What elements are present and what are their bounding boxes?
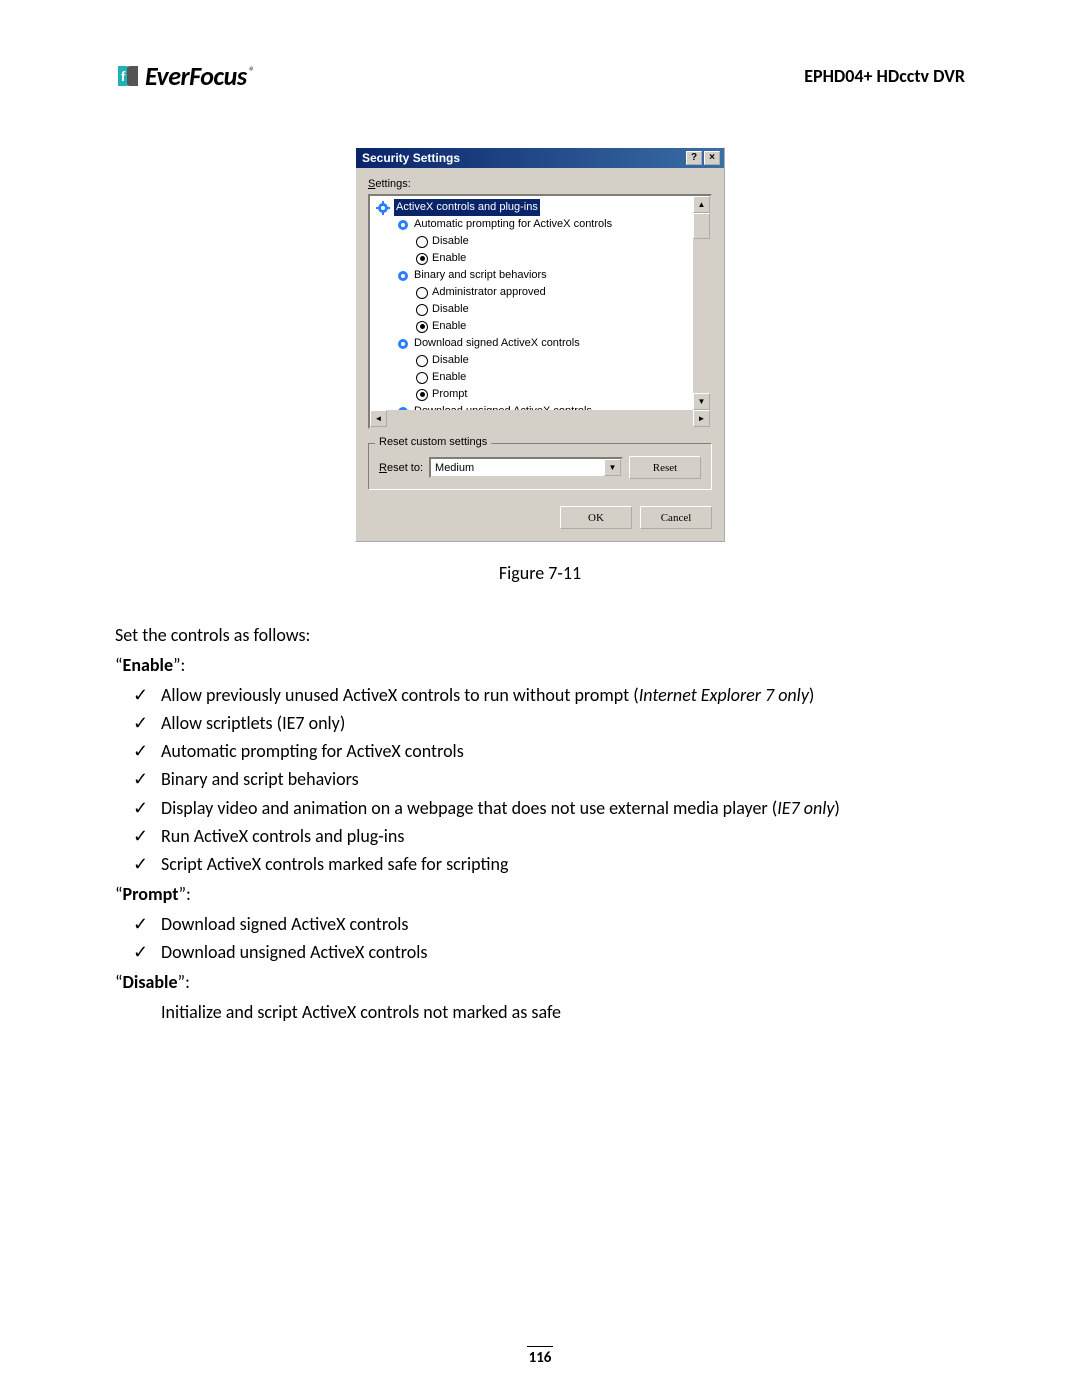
cancel-button[interactable]: Cancel <box>640 506 712 529</box>
page-header: f EverFocus® EPHD04+ HDcctv DVR <box>115 60 965 92</box>
tree-group-auto-prompt[interactable]: Automatic prompting for ActiveX controls <box>374 216 706 233</box>
radio-icon <box>416 304 428 316</box>
radio-icon <box>416 372 428 384</box>
ok-button[interactable]: OK <box>560 506 632 529</box>
list-item: Script ActiveX controls marked safe for … <box>115 851 965 877</box>
scroll-left-icon[interactable]: ◄ <box>370 410 387 427</box>
scroll-down-icon[interactable]: ▼ <box>693 393 710 410</box>
vertical-scrollbar[interactable]: ▲ ▼ <box>693 196 710 410</box>
list-item: Automatic prompting for ActiveX controls <box>115 738 965 764</box>
reset-to-label: Reset to: <box>379 462 423 474</box>
radio-disable[interactable]: Disable <box>374 301 706 318</box>
scroll-up-icon[interactable]: ▲ <box>693 196 710 213</box>
scroll-right-icon[interactable]: ► <box>693 410 710 427</box>
radio-icon <box>416 253 428 265</box>
list-item: Download unsigned ActiveX controls <box>115 939 965 965</box>
dialog-title: Security Settings <box>362 151 460 165</box>
logo-icon: f <box>115 63 141 89</box>
list-item: Run ActiveX controls and plug-ins <box>115 823 965 849</box>
logo-text: EverFocus® <box>145 60 254 92</box>
radio-enable[interactable]: Enable <box>374 250 706 267</box>
prompt-list: Download signed ActiveX controls Downloa… <box>115 911 965 965</box>
gear-icon <box>376 201 390 215</box>
dialog-titlebar: Security Settings ? × <box>356 148 724 168</box>
product-title: EPHD04+ HDcctv DVR <box>804 65 965 87</box>
list-item: Binary and script behaviors <box>115 766 965 792</box>
fieldset-legend: Reset custom settings <box>375 436 491 448</box>
settings-tree[interactable]: ActiveX controls and plug-ins Automatic … <box>368 194 712 429</box>
tree-label: ActiveX controls and plug-ins <box>394 199 540 216</box>
radio-icon <box>416 287 428 299</box>
radio-icon <box>416 321 428 333</box>
enable-list: Allow previously unused ActiveX controls… <box>115 682 965 877</box>
tree-group-binary[interactable]: Binary and script behaviors <box>374 267 706 284</box>
gear-icon <box>396 269 410 283</box>
prompt-heading: “Prompt”: <box>115 881 965 907</box>
disable-heading: “Disable”: <box>115 969 965 995</box>
radio-icon <box>416 355 428 367</box>
settings-label: Settings: <box>368 178 712 190</box>
list-item: Allow previously unused ActiveX controls… <box>115 682 965 708</box>
tree-group-activex[interactable]: ActiveX controls and plug-ins <box>374 199 706 216</box>
radio-enable[interactable]: Enable <box>374 369 706 386</box>
body-text: Set the controls as follows: “Enable”: A… <box>115 622 965 1025</box>
gear-icon <box>396 218 410 232</box>
close-button[interactable]: × <box>704 151 720 165</box>
tree-group-download-signed[interactable]: Download signed ActiveX controls <box>374 335 706 352</box>
reset-fieldset: Reset custom settings Reset to: Medium ▼… <box>368 443 712 490</box>
radio-prompt[interactable]: Prompt <box>374 386 706 403</box>
list-item: Allow scriptlets (IE7 only) <box>115 710 965 736</box>
combo-value: Medium <box>431 462 604 474</box>
radio-admin[interactable]: Administrator approved <box>374 284 706 301</box>
logo: f EverFocus® <box>115 60 254 92</box>
svg-text:f: f <box>121 68 126 85</box>
help-button[interactable]: ? <box>686 151 702 165</box>
radio-icon <box>416 389 428 401</box>
reset-button[interactable]: Reset <box>629 456 701 479</box>
scroll-thumb[interactable] <box>693 213 710 239</box>
radio-disable[interactable]: Disable <box>374 352 706 369</box>
radio-enable[interactable]: Enable <box>374 318 706 335</box>
disable-text: Initialize and script ActiveX controls n… <box>115 999 965 1025</box>
security-settings-dialog: Security Settings ? × Settings: ActiveX … <box>355 147 725 542</box>
radio-icon <box>416 236 428 248</box>
tree-label: Download signed ActiveX controls <box>414 335 580 352</box>
list-item: Display video and animation on a webpage… <box>115 795 965 821</box>
gear-icon <box>396 337 410 351</box>
tree-label: Binary and script behaviors <box>414 267 547 284</box>
enable-heading: “Enable”: <box>115 652 965 678</box>
figure-caption: Figure 7-11 <box>115 562 965 584</box>
tree-label: Automatic prompting for ActiveX controls <box>414 216 612 233</box>
page-number: 116 <box>0 1346 1080 1367</box>
radio-disable[interactable]: Disable <box>374 233 706 250</box>
horizontal-scrollbar[interactable]: ◄ ► <box>370 410 710 427</box>
intro-text: Set the controls as follows: <box>115 622 965 648</box>
chevron-down-icon[interactable]: ▼ <box>604 459 621 476</box>
reset-to-combo[interactable]: Medium ▼ <box>429 457 623 478</box>
list-item: Download signed ActiveX controls <box>115 911 965 937</box>
